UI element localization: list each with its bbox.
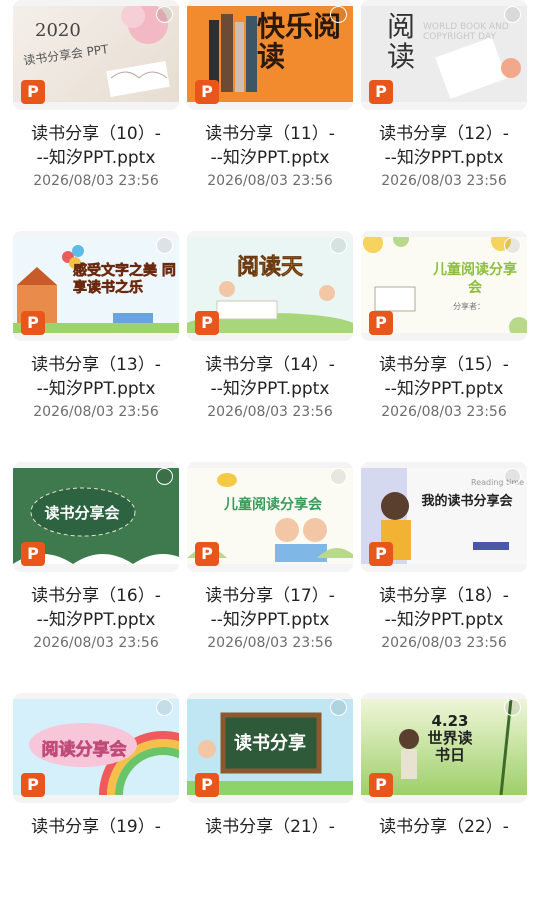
file-thumbnail[interactable]: 儿童阅读分享会 分享者： P	[361, 231, 527, 341]
file-name[interactable]: 读书分享（21）-	[184, 815, 356, 839]
select-checkbox[interactable]	[504, 699, 521, 716]
file-date: 2026/08/03 23:56	[207, 635, 333, 651]
file-date: 2026/08/03 23:56	[381, 173, 507, 189]
file-date: 2026/08/03 23:56	[33, 635, 159, 651]
ppt-file-icon: P	[195, 80, 219, 104]
file-card[interactable]: 儿童阅读分享会 P 读书分享（17）- --知汐PPT.pptx 2026/08/…	[184, 462, 356, 682]
select-checkbox[interactable]	[156, 6, 173, 23]
file-name[interactable]: 读书分享（18）- --知汐PPT.pptx	[358, 584, 530, 632]
ppt-file-icon: P	[21, 542, 45, 566]
thumb-title: 我的读书分享会	[421, 494, 513, 509]
ppt-file-icon: P	[195, 773, 219, 797]
file-card[interactable]: 读书分享会 P 读书分享（16）- --知汐PPT.pptx 2026/08/03…	[10, 462, 182, 682]
file-thumbnail[interactable]: 阅读 WORLD BOOK AND COPYRIGHT DAY P	[361, 0, 527, 110]
file-thumbnail[interactable]: 阅读天 P	[187, 231, 353, 341]
select-checkbox[interactable]	[330, 699, 347, 716]
ppt-file-icon: P	[21, 311, 45, 335]
file-date: 2026/08/03 23:56	[207, 173, 333, 189]
thumb-title: 阅读分享会	[41, 740, 127, 761]
file-card[interactable]: 4.23世界读书日 P 读书分享（22）-	[358, 693, 530, 913]
file-card[interactable]: 阅读天 P 读书分享（14）- --知汐PPT.pptx 2026/08/03 2…	[184, 231, 356, 451]
file-card[interactable]: 快乐阅读 P 读书分享（11）- --知汐PPT.pptx 2026/08/03 …	[184, 0, 356, 220]
file-name[interactable]: 读书分享（19）-	[10, 815, 182, 839]
select-checkbox[interactable]	[156, 699, 173, 716]
file-name[interactable]: 读书分享（13）- --知汐PPT.pptx	[10, 353, 182, 401]
select-checkbox[interactable]	[330, 468, 347, 485]
file-card[interactable]: Reading time 我的读书分享会 P 读书分享（18）- --知汐PPT.…	[358, 462, 530, 682]
file-name[interactable]: 读书分享（15）- --知汐PPT.pptx	[358, 353, 530, 401]
file-card[interactable]: 2020 读书分享会 PPT P 读书分享（10）- --知汐PPT.pptx 2…	[10, 0, 182, 220]
file-name[interactable]: 读书分享（16）- --知汐PPT.pptx	[10, 584, 182, 632]
file-name[interactable]: 读书分享（11）- --知汐PPT.pptx	[184, 122, 356, 170]
file-thumbnail[interactable]: 4.23世界读书日 P	[361, 693, 527, 803]
file-date: 2026/08/03 23:56	[381, 404, 507, 420]
thumb-title: 读书分享	[234, 733, 306, 754]
file-card[interactable]: 感受文字之美 同享读书之乐 P 读书分享（13）- --知汐PPT.pptx 20…	[10, 231, 182, 451]
thumb-title: 感受文字之美 同享读书之乐	[73, 263, 176, 297]
thumb-title: 2020	[35, 20, 81, 41]
file-thumbnail[interactable]: 2020 读书分享会 PPT P	[13, 0, 179, 110]
file-thumbnail[interactable]: 读书分享 P	[187, 693, 353, 803]
file-thumbnail[interactable]: 感受文字之美 同享读书之乐 P	[13, 231, 179, 341]
ppt-file-icon: P	[369, 80, 393, 104]
thumb-subtitle: WORLD BOOK AND COPYRIGHT DAY	[423, 22, 509, 42]
file-thumbnail[interactable]: Reading time 我的读书分享会 P	[361, 462, 527, 572]
thumb-subtitle: 分享者：	[453, 302, 485, 311]
thumb-title: 儿童阅读分享会	[433, 262, 517, 296]
thumb-title: 阅读天	[236, 255, 304, 281]
select-checkbox[interactable]	[330, 237, 347, 254]
file-date: 2026/08/03 23:56	[207, 404, 333, 420]
select-checkbox[interactable]	[504, 237, 521, 254]
file-thumbnail[interactable]: 读书分享会 P	[13, 462, 179, 572]
file-name[interactable]: 读书分享（14）- --知汐PPT.pptx	[184, 353, 356, 401]
file-card[interactable]: 阅读分享会 P 读书分享（19）-	[10, 693, 182, 913]
ppt-file-icon: P	[369, 311, 393, 335]
file-date: 2026/08/03 23:56	[381, 635, 507, 651]
ppt-file-icon: P	[21, 773, 45, 797]
thumb-title: 4.23世界读书日	[427, 712, 473, 764]
file-card[interactable]: 儿童阅读分享会 分享者： P 读书分享（15）- --知汐PPT.pptx 202…	[358, 231, 530, 451]
file-card[interactable]: 读书分享 P 读书分享（21）-	[184, 693, 356, 913]
select-checkbox[interactable]	[504, 468, 521, 485]
thumb-title: 读书分享会	[44, 504, 120, 522]
select-checkbox[interactable]	[156, 237, 173, 254]
file-name[interactable]: 读书分享（10）- --知汐PPT.pptx	[10, 122, 182, 170]
ppt-file-icon: P	[369, 542, 393, 566]
ppt-file-icon: P	[195, 311, 219, 335]
select-checkbox[interactable]	[504, 6, 521, 23]
file-card[interactable]: 阅读 WORLD BOOK AND COPYRIGHT DAY P 读书分享（1…	[358, 0, 530, 220]
thumb-title: 阅读	[387, 10, 416, 73]
file-name[interactable]: 读书分享（12）- --知汐PPT.pptx	[358, 122, 530, 170]
select-checkbox[interactable]	[156, 468, 173, 485]
file-thumbnail[interactable]: 儿童阅读分享会 P	[187, 462, 353, 572]
file-name[interactable]: 读书分享（17）- --知汐PPT.pptx	[184, 584, 356, 632]
file-thumbnail[interactable]: 阅读分享会 P	[13, 693, 179, 803]
ppt-file-icon: P	[21, 80, 45, 104]
file-date: 2026/08/03 23:56	[33, 173, 159, 189]
ppt-file-icon: P	[195, 542, 219, 566]
file-date: 2026/08/03 23:56	[33, 404, 159, 420]
ppt-file-icon: P	[369, 773, 393, 797]
file-thumbnail[interactable]: 快乐阅读 P	[187, 0, 353, 110]
select-checkbox[interactable]	[330, 6, 347, 23]
file-name[interactable]: 读书分享（22）-	[358, 815, 530, 839]
thumb-title: 儿童阅读分享会	[224, 497, 322, 513]
